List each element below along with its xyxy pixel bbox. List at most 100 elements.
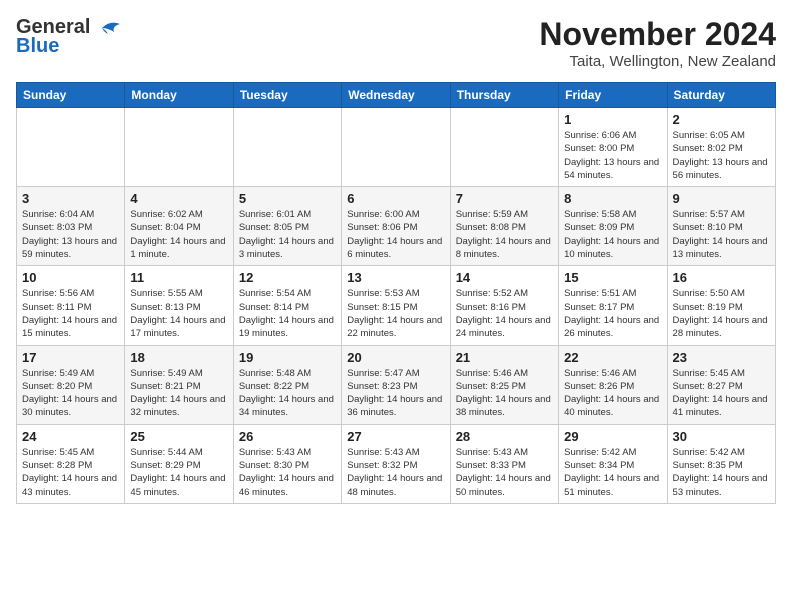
calendar-header: SundayMondayTuesdayWednesdayThursdayFrid… [17, 83, 776, 108]
title-area: November 2024 Taita, Wellington, New Zea… [539, 16, 776, 70]
day-info: Sunrise: 5:46 AM Sunset: 8:26 PM Dayligh… [564, 367, 661, 420]
calendar-week-2: 3 Sunrise: 6:04 AM Sunset: 8:03 PM Daylig… [17, 187, 776, 266]
calendar-cell: 24 Sunrise: 5:45 AM Sunset: 8:28 PM Dayli… [17, 424, 125, 503]
calendar-cell: 22 Sunrise: 5:46 AM Sunset: 8:26 PM Dayli… [559, 345, 667, 424]
weekday-header-sunday: Sunday [17, 83, 125, 108]
page-header: General Blue November 2024 Taita, Wellin… [16, 16, 776, 70]
day-number: 18 [130, 350, 227, 365]
day-info: Sunrise: 5:43 AM Sunset: 8:33 PM Dayligh… [456, 446, 553, 499]
calendar-cell: 30 Sunrise: 5:42 AM Sunset: 8:35 PM Dayli… [667, 424, 775, 503]
day-number: 16 [673, 270, 770, 285]
day-number: 8 [564, 191, 661, 206]
calendar-cell: 18 Sunrise: 5:49 AM Sunset: 8:21 PM Dayli… [125, 345, 233, 424]
calendar-cell: 12Sunrise: 5:54 AM Sunset: 8:14 PM Dayli… [233, 266, 341, 345]
calendar-cell: 1 Sunrise: 6:06 AM Sunset: 8:00 PM Daylig… [559, 108, 667, 187]
day-number: 10 [22, 270, 119, 285]
day-info: Sunrise: 6:02 AM Sunset: 8:04 PM Dayligh… [130, 208, 227, 261]
day-info: Sunrise: 6:01 AM Sunset: 8:05 PM Dayligh… [239, 208, 336, 261]
calendar-cell: 14 Sunrise: 5:52 AM Sunset: 8:16 PM Dayli… [450, 266, 558, 345]
day-number: 29 [564, 429, 661, 444]
calendar-cell: 3 Sunrise: 6:04 AM Sunset: 8:03 PM Daylig… [17, 187, 125, 266]
calendar-cell: 6Sunrise: 6:00 AM Sunset: 8:06 PM Daylig… [342, 187, 450, 266]
calendar-cell: 28 Sunrise: 5:43 AM Sunset: 8:33 PM Dayli… [450, 424, 558, 503]
weekday-header-tuesday: Tuesday [233, 83, 341, 108]
calendar-cell: 4 Sunrise: 6:02 AM Sunset: 8:04 PM Daylig… [125, 187, 233, 266]
day-info: Sunrise: 5:59 AM Sunset: 8:08 PM Dayligh… [456, 208, 553, 261]
day-info: Sunrise: 5:43 AM Sunset: 8:32 PM Dayligh… [347, 446, 444, 499]
day-info: Sunrise: 5:48 AM Sunset: 8:22 PM Dayligh… [239, 367, 336, 420]
day-info: Sunrise: 5:50 AM Sunset: 8:19 PM Dayligh… [673, 287, 770, 340]
day-info: Sunrise: 6:04 AM Sunset: 8:03 PM Dayligh… [22, 208, 119, 261]
day-info: Sunrise: 5:51 AM Sunset: 8:17 PM Dayligh… [564, 287, 661, 340]
day-info: Sunrise: 5:42 AM Sunset: 8:34 PM Dayligh… [564, 446, 661, 499]
day-info: Sunrise: 5:43 AM Sunset: 8:30 PM Dayligh… [239, 446, 336, 499]
calendar-cell: 5Sunrise: 6:01 AM Sunset: 8:05 PM Daylig… [233, 187, 341, 266]
day-number: 1 [564, 112, 661, 127]
calendar-cell: 25 Sunrise: 5:44 AM Sunset: 8:29 PM Dayli… [125, 424, 233, 503]
calendar-week-1: 1 Sunrise: 6:06 AM Sunset: 8:00 PM Daylig… [17, 108, 776, 187]
day-info: Sunrise: 6:00 AM Sunset: 8:06 PM Dayligh… [347, 208, 444, 261]
day-info: Sunrise: 5:44 AM Sunset: 8:29 PM Dayligh… [130, 446, 227, 499]
day-number: 3 [22, 191, 119, 206]
weekday-header-row: SundayMondayTuesdayWednesdayThursdayFrid… [17, 83, 776, 108]
day-number: 28 [456, 429, 553, 444]
day-number: 25 [130, 429, 227, 444]
calendar-cell: 13 Sunrise: 5:53 AM Sunset: 8:15 PM Dayli… [342, 266, 450, 345]
day-number: 24 [22, 429, 119, 444]
day-number: 20 [347, 350, 444, 365]
day-number: 4 [130, 191, 227, 206]
calendar-cell [17, 108, 125, 187]
day-number: 21 [456, 350, 553, 365]
calendar-body: 1 Sunrise: 6:06 AM Sunset: 8:00 PM Daylig… [17, 108, 776, 504]
location-title: Taita, Wellington, New Zealand [539, 53, 776, 70]
calendar-cell: 27Sunrise: 5:43 AM Sunset: 8:32 PM Dayli… [342, 424, 450, 503]
calendar-week-3: 10 Sunrise: 5:56 AM Sunset: 8:11 PM Dayli… [17, 266, 776, 345]
day-number: 30 [673, 429, 770, 444]
calendar-week-5: 24 Sunrise: 5:45 AM Sunset: 8:28 PM Dayli… [17, 424, 776, 503]
calendar-cell: 7 Sunrise: 5:59 AM Sunset: 8:08 PM Daylig… [450, 187, 558, 266]
day-info: Sunrise: 5:46 AM Sunset: 8:25 PM Dayligh… [456, 367, 553, 420]
day-number: 26 [239, 429, 336, 444]
day-info: Sunrise: 6:05 AM Sunset: 8:02 PM Dayligh… [673, 129, 770, 182]
day-info: Sunrise: 5:49 AM Sunset: 8:21 PM Dayligh… [130, 367, 227, 420]
day-info: Sunrise: 5:56 AM Sunset: 8:11 PM Dayligh… [22, 287, 119, 340]
day-info: Sunrise: 5:42 AM Sunset: 8:35 PM Dayligh… [673, 446, 770, 499]
logo: General Blue [16, 16, 122, 58]
weekday-header-saturday: Saturday [667, 83, 775, 108]
calendar-cell: 19 Sunrise: 5:48 AM Sunset: 8:22 PM Dayli… [233, 345, 341, 424]
day-number: 15 [564, 270, 661, 285]
calendar-cell: 8Sunrise: 5:58 AM Sunset: 8:09 PM Daylig… [559, 187, 667, 266]
calendar-cell: 10 Sunrise: 5:56 AM Sunset: 8:11 PM Dayli… [17, 266, 125, 345]
calendar-cell: 21 Sunrise: 5:46 AM Sunset: 8:25 PM Dayli… [450, 345, 558, 424]
day-info: Sunrise: 5:54 AM Sunset: 8:14 PM Dayligh… [239, 287, 336, 340]
calendar-cell: 2Sunrise: 6:05 AM Sunset: 8:02 PM Daylig… [667, 108, 775, 187]
day-info: Sunrise: 5:45 AM Sunset: 8:28 PM Dayligh… [22, 446, 119, 499]
calendar-cell [342, 108, 450, 187]
calendar-cell: 23Sunrise: 5:45 AM Sunset: 8:27 PM Dayli… [667, 345, 775, 424]
calendar-cell: 11 Sunrise: 5:55 AM Sunset: 8:13 PM Dayli… [125, 266, 233, 345]
day-info: Sunrise: 5:47 AM Sunset: 8:23 PM Dayligh… [347, 367, 444, 420]
day-info: Sunrise: 5:45 AM Sunset: 8:27 PM Dayligh… [673, 367, 770, 420]
calendar-cell [233, 108, 341, 187]
calendar-cell: 15 Sunrise: 5:51 AM Sunset: 8:17 PM Dayli… [559, 266, 667, 345]
day-number: 22 [564, 350, 661, 365]
calendar-table: SundayMondayTuesdayWednesdayThursdayFrid… [16, 82, 776, 504]
day-number: 9 [673, 191, 770, 206]
day-number: 14 [456, 270, 553, 285]
day-number: 19 [239, 350, 336, 365]
calendar-cell: 20 Sunrise: 5:47 AM Sunset: 8:23 PM Dayli… [342, 345, 450, 424]
day-number: 7 [456, 191, 553, 206]
day-info: Sunrise: 5:57 AM Sunset: 8:10 PM Dayligh… [673, 208, 770, 261]
month-title: November 2024 [539, 16, 776, 53]
day-info: Sunrise: 5:52 AM Sunset: 8:16 PM Dayligh… [456, 287, 553, 340]
weekday-header-friday: Friday [559, 83, 667, 108]
day-info: Sunrise: 5:53 AM Sunset: 8:15 PM Dayligh… [347, 287, 444, 340]
day-info: Sunrise: 6:06 AM Sunset: 8:00 PM Dayligh… [564, 129, 661, 182]
calendar-week-4: 17Sunrise: 5:49 AM Sunset: 8:20 PM Dayli… [17, 345, 776, 424]
day-number: 13 [347, 270, 444, 285]
day-number: 11 [130, 270, 227, 285]
day-info: Sunrise: 5:55 AM Sunset: 8:13 PM Dayligh… [130, 287, 227, 340]
logo-blue-text: Blue [16, 35, 59, 58]
calendar-cell: 29 Sunrise: 5:42 AM Sunset: 8:34 PM Dayli… [559, 424, 667, 503]
day-number: 17 [22, 350, 119, 365]
